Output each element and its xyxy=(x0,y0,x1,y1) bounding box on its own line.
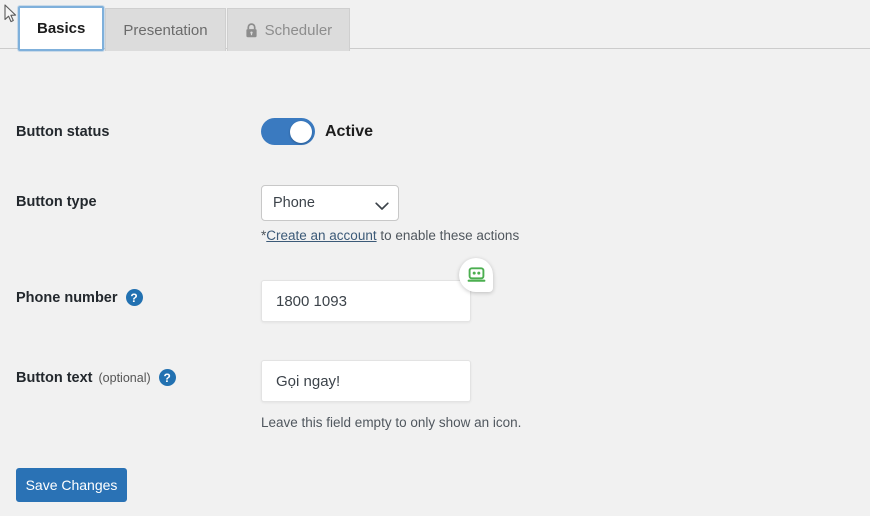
tab-basics-label: Basics xyxy=(37,20,86,37)
phone-number-label: Phone number ? xyxy=(16,289,143,306)
tab-list: Basics Presentation Scheduler xyxy=(18,6,351,51)
button-type-select[interactable]: Phone xyxy=(261,185,399,221)
tab-presentation[interactable]: Presentation xyxy=(105,8,226,51)
button-type-hint: *Create an account to enable these actio… xyxy=(261,228,519,243)
help-icon-button-text[interactable]: ? xyxy=(158,369,176,386)
button-type-value: Phone xyxy=(273,195,315,211)
tab-bar: Basics Presentation Scheduler xyxy=(0,0,870,51)
tab-scheduler-label: Scheduler xyxy=(264,21,333,39)
toggle-state-label: Active xyxy=(325,122,374,140)
phone-number-value: 1800 1093 xyxy=(276,292,347,310)
phone-number-control: 1800 1093 xyxy=(261,280,471,322)
button-text-control: Gọi ngay! Leave this field empty to only… xyxy=(261,360,521,430)
button-text-value: Gọi ngay! xyxy=(276,372,341,390)
phone-number-input[interactable]: 1800 1093 xyxy=(261,280,471,322)
help-icon-phone-number[interactable]: ? xyxy=(125,289,143,306)
create-account-link[interactable]: Create an account xyxy=(266,228,376,243)
chevron-down-icon xyxy=(375,199,389,210)
lock-icon xyxy=(245,22,258,38)
robot-icon[interactable] xyxy=(459,258,493,292)
button-text-optional-note: (optional) xyxy=(98,370,151,385)
button-status-toggle[interactable] xyxy=(261,118,315,145)
button-status-control: Active xyxy=(261,118,373,145)
save-changes-button[interactable]: Save Changes xyxy=(16,468,127,502)
tab-basics[interactable]: Basics xyxy=(18,6,105,51)
toggle-knob xyxy=(290,120,312,143)
button-text-input[interactable]: Gọi ngay! xyxy=(261,360,471,402)
button-type-control: Phone *Create an account to enable these… xyxy=(261,185,519,243)
tab-presentation-label: Presentation xyxy=(123,21,208,39)
button-type-label: Button type xyxy=(16,194,97,210)
save-changes-label: Save Changes xyxy=(25,477,118,493)
button-text-label: Button text (optional) ? xyxy=(16,369,176,386)
tab-scheduler[interactable]: Scheduler xyxy=(226,8,351,51)
button-status-label: Button status xyxy=(16,124,110,140)
hint-suffix: to enable these actions xyxy=(376,228,520,243)
button-text-hint: Leave this field empty to only show an i… xyxy=(261,415,522,430)
status-toggle-wrap: Active xyxy=(261,118,373,145)
